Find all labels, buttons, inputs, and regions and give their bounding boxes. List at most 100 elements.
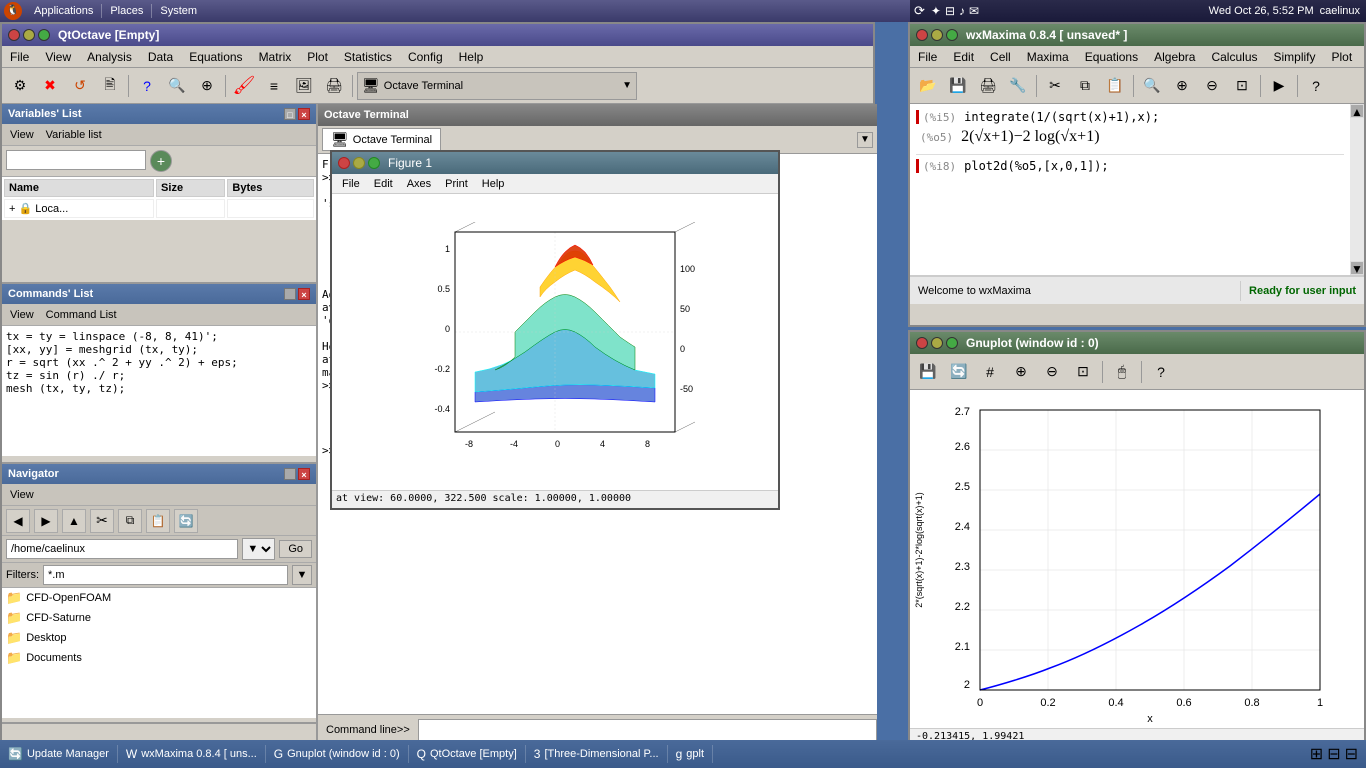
var-panel-pin[interactable]: □ <box>284 108 296 120</box>
gp-tool-save[interactable]: 💾 <box>914 358 942 386</box>
wx-tool-cut[interactable]: ✂ <box>1041 72 1069 100</box>
taskbar-update-manager[interactable]: 🔄 Update Manager <box>0 745 118 763</box>
cmd-view[interactable]: View <box>6 308 38 322</box>
gp-tool-grid[interactable]: # <box>976 358 1004 386</box>
content-vscroll[interactable]: ▲ ▼ <box>1350 104 1364 275</box>
terminal-selector[interactable]: 🖥 Octave Terminal ▼ <box>357 72 637 100</box>
wx-tool-save[interactable]: 💾 <box>944 72 972 100</box>
show-desktop-icon[interactable]: ⊞ <box>1310 744 1323 764</box>
fig-menu-file[interactable]: File <box>336 177 366 191</box>
menu-plot[interactable]: Plot <box>299 48 336 66</box>
table-row[interactable]: + 🔒 Loca... <box>4 199 314 218</box>
nav-panel-pin[interactable] <box>284 468 296 480</box>
cmd-panel-pin[interactable] <box>284 288 296 300</box>
var-add-btn[interactable]: + <box>150 150 172 172</box>
fig-menu-help[interactable]: Help <box>476 177 511 191</box>
taskbar-gnuplot[interactable]: G Gnuplot (window id : 0) <box>266 745 409 763</box>
tool-close[interactable]: ✖ <box>36 72 64 100</box>
tool-list[interactable]: ≡ <box>260 72 288 100</box>
var-panel-close[interactable]: × <box>298 108 310 120</box>
wx-menu-file[interactable]: File <box>910 48 945 66</box>
gp-tool-help[interactable]: ? <box>1147 358 1175 386</box>
nav-copy[interactable]: ⧉ <box>118 509 142 533</box>
menu-data[interactable]: Data <box>140 48 181 66</box>
wxmaxima-content[interactable]: (%i5) integrate(1/(sqrt(x)+1),x); (%o5) … <box>910 104 1364 276</box>
menu-equations[interactable]: Equations <box>181 48 250 66</box>
fig-min-btn[interactable] <box>353 157 365 169</box>
taskbar-wxmaxima[interactable]: W wxMaxima 0.8.4 [ uns... <box>118 745 266 763</box>
nav-paste[interactable]: 📋 <box>146 509 170 533</box>
cmd-panel-close[interactable]: × <box>298 288 310 300</box>
var-list[interactable]: Variable list <box>42 128 106 142</box>
go-button[interactable]: Go <box>279 540 312 558</box>
tool-settings[interactable]: ⚙ <box>6 72 34 100</box>
places-menu[interactable]: Places <box>102 5 151 17</box>
tool-brush[interactable]: 🖌 <box>230 72 258 100</box>
list-item[interactable]: 📁 Desktop <box>2 628 316 648</box>
fig-max-btn[interactable] <box>368 157 380 169</box>
wx-tool-run[interactable]: ▶ <box>1265 72 1293 100</box>
min-btn[interactable] <box>23 29 35 41</box>
tool-help[interactable]: ? <box>133 72 161 100</box>
system-menu[interactable]: System <box>152 5 205 17</box>
filter-input[interactable] <box>43 565 288 585</box>
menu-matrix[interactable]: Matrix <box>251 48 300 66</box>
terminal-tab[interactable]: 🖥 Octave Terminal <box>322 128 441 151</box>
wx-tool-paste[interactable]: 📋 <box>1101 72 1129 100</box>
wx-menu-edit[interactable]: Edit <box>945 48 982 66</box>
tool-file[interactable]: 🖹 <box>96 72 124 100</box>
gp-tool-zoom-in[interactable]: ⊕ <box>1007 358 1035 386</box>
wx-tool-settings[interactable]: 🔧 <box>1004 72 1032 100</box>
vscroll-up[interactable]: ▲ <box>1351 105 1363 117</box>
taskbar-qtoctave[interactable]: Q QtOctave [Empty] <box>409 745 526 763</box>
fig-menu-print[interactable]: Print <box>439 177 474 191</box>
tool-search[interactable]: 🔍 <box>163 72 191 100</box>
wx-menu-cell[interactable]: Cell <box>982 48 1019 66</box>
cmdline-input[interactable] <box>418 719 877 741</box>
applications-menu[interactable]: Applications <box>26 5 101 17</box>
nav-view[interactable]: View <box>6 488 38 502</box>
fig-close-btn[interactable] <box>338 157 350 169</box>
menu-config[interactable]: Config <box>400 48 451 66</box>
close-btn[interactable] <box>8 29 20 41</box>
nav-up[interactable]: ▲ <box>62 509 86 533</box>
gp-close-btn[interactable] <box>916 337 928 349</box>
cmd-list[interactable]: Command List <box>42 308 121 322</box>
menu-view[interactable]: View <box>37 48 79 66</box>
wx-tool-search[interactable]: 🔍 <box>1138 72 1166 100</box>
wx-tool-print[interactable]: 🖨 <box>974 72 1002 100</box>
wxmax-close-btn[interactable] <box>916 29 928 41</box>
fig-menu-edit[interactable]: Edit <box>368 177 399 191</box>
nav-forward[interactable]: ▶ <box>34 509 58 533</box>
menu-analysis[interactable]: Analysis <box>79 48 140 66</box>
wx-menu-plot[interactable]: Plot <box>1324 48 1361 66</box>
gp-tool-zoom-out[interactable]: ⊖ <box>1038 358 1066 386</box>
menu-help[interactable]: Help <box>451 48 492 66</box>
wx-tool-fit[interactable]: ⊡ <box>1228 72 1256 100</box>
nav-cut[interactable]: ✂ <box>90 509 114 533</box>
nav-panel-close[interactable]: × <box>298 468 310 480</box>
nav-back[interactable]: ◀ <box>6 509 30 533</box>
tool-zoom-in[interactable]: ⊕ <box>193 72 221 100</box>
tool-run[interactable]: ↺ <box>66 72 94 100</box>
wx-menu-equations[interactable]: Equations <box>1077 48 1146 66</box>
tool-print[interactable]: 🖨 <box>320 72 348 100</box>
menu-statistics[interactable]: Statistics <box>336 48 400 66</box>
terminal-dd-arrow[interactable]: ▼ <box>622 80 632 91</box>
wx-tool-help[interactable]: ? <box>1302 72 1330 100</box>
wxmax-max-btn[interactable] <box>946 29 958 41</box>
list-item[interactable]: 📁 CFD-Saturne <box>2 608 316 628</box>
wx-tool-open[interactable]: 📂 <box>914 72 942 100</box>
gp-tool-mouse[interactable]: 🖱 <box>1108 358 1136 386</box>
wx-tool-copy[interactable]: ⧉ <box>1071 72 1099 100</box>
max-btn[interactable] <box>38 29 50 41</box>
wx-tool-zoom-in[interactable]: ⊕ <box>1168 72 1196 100</box>
gp-tool-fit[interactable]: ⊡ <box>1069 358 1097 386</box>
nav-refresh[interactable]: 🔄 <box>174 509 198 533</box>
wx-menu-algebra[interactable]: Algebra <box>1146 48 1203 66</box>
wx-menu-simplify[interactable]: Simplify <box>1266 48 1324 66</box>
list-item[interactable]: 📁 CFD-OpenFOAM <box>2 588 316 608</box>
menu-file[interactable]: File <box>2 48 37 66</box>
gp-tool-refresh[interactable]: 🔄 <box>945 358 973 386</box>
path-input[interactable] <box>6 539 238 559</box>
